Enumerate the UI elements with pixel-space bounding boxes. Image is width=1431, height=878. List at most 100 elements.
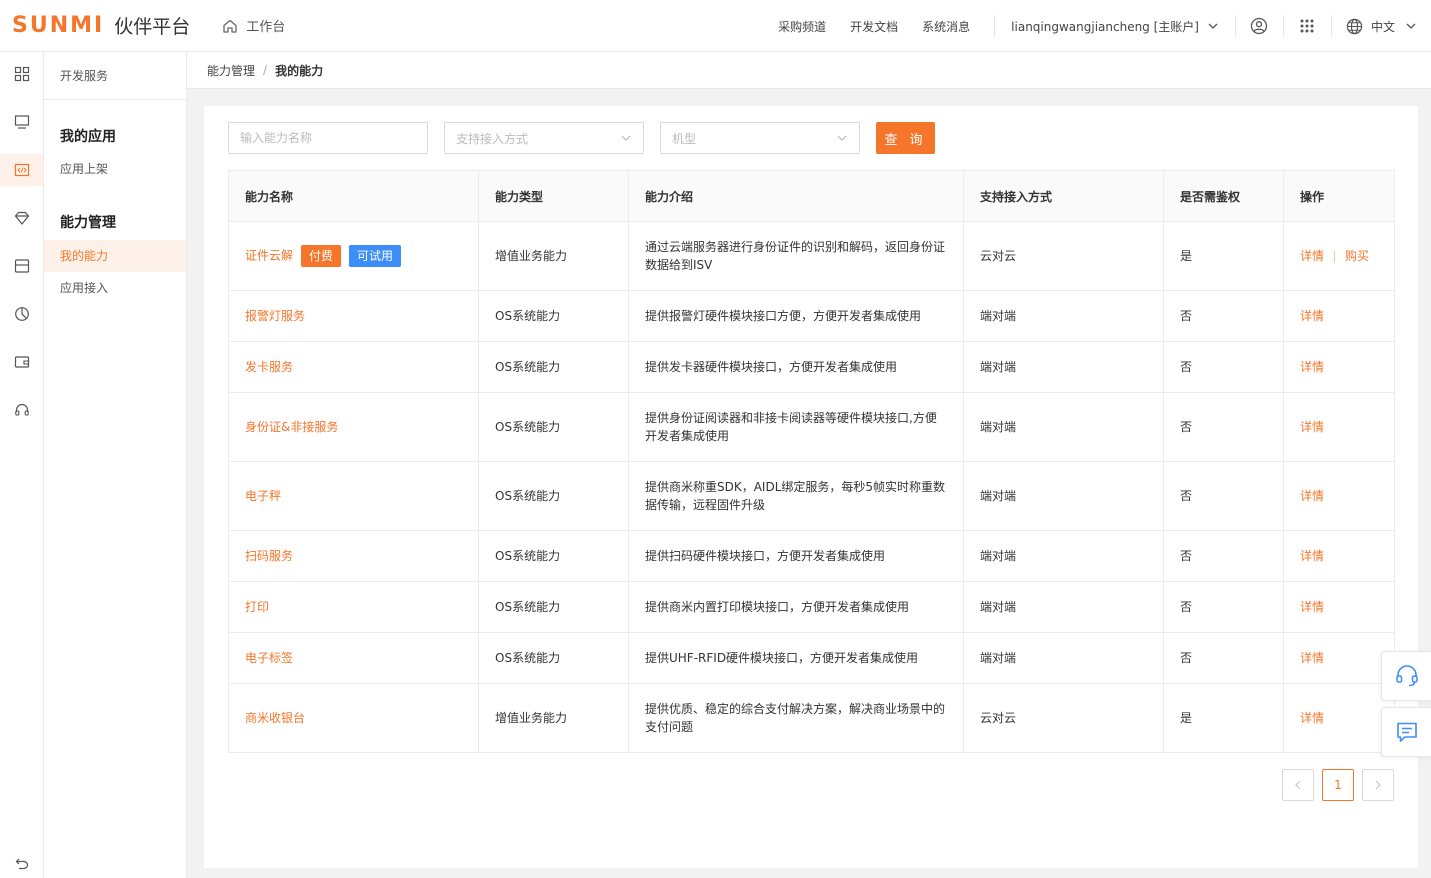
detail-link[interactable]: 详情 bbox=[1300, 711, 1324, 725]
capability-name-link[interactable]: 报警灯服务 bbox=[245, 309, 305, 323]
account-dropdown[interactable]: lianqingwangjiancheng [主账户] bbox=[995, 18, 1235, 35]
language-switcher[interactable]: 中文 bbox=[1332, 18, 1431, 35]
access-method: 端对端 bbox=[963, 341, 1164, 393]
breadcrumb: 能力管理 / 我的能力 bbox=[187, 52, 1431, 89]
workbench-label: 工作台 bbox=[246, 20, 286, 35]
chevron-down-icon bbox=[837, 135, 847, 141]
headset-icon bbox=[14, 403, 29, 416]
rail-analytics[interactable] bbox=[0, 298, 43, 330]
capability-name-link[interactable]: 扫码服务 bbox=[245, 549, 293, 563]
capability-name-link[interactable]: 电子标签 bbox=[245, 651, 293, 665]
sidebar-item-my-capabilities[interactable]: 我的能力 bbox=[44, 240, 186, 272]
auth-required: 否 bbox=[1163, 461, 1284, 531]
access-method: 端对端 bbox=[963, 392, 1164, 462]
workbench-link[interactable]: 工作台 bbox=[222, 16, 285, 35]
capability-desc: 提供发卡器硬件模块接口，方便开发者集成使用 bbox=[628, 341, 964, 393]
apps-button[interactable] bbox=[1284, 0, 1331, 52]
language-label: 中文 bbox=[1370, 19, 1395, 34]
table-row: 发卡服务 OS系统能力 提供发卡器硬件模块接口，方便开发者集成使用 端对端 否 … bbox=[228, 341, 1395, 393]
table-row: 商米收银台 增值业务能力 提供优质、稳定的综合支付解决方案，解决商业场景中的支付… bbox=[228, 683, 1395, 753]
page-1-button[interactable]: 1 bbox=[1322, 769, 1354, 801]
capability-type: 增值业务能力 bbox=[478, 683, 629, 753]
detail-link[interactable]: 详情 bbox=[1300, 600, 1324, 614]
nav-dev-docs[interactable]: 开发文档 bbox=[850, 18, 898, 35]
capability-name-input[interactable] bbox=[228, 122, 428, 154]
detail-link[interactable]: 详情 bbox=[1300, 651, 1324, 665]
secondary-sidebar: 开发服务 我的应用 应用上架 能力管理 我的能力 应用接入 bbox=[44, 52, 187, 878]
rail-support[interactable] bbox=[0, 394, 43, 426]
headset-icon bbox=[1395, 665, 1418, 687]
rail-dev-services[interactable] bbox=[0, 154, 43, 186]
auth-required: 是 bbox=[1163, 221, 1284, 291]
capability-type: OS系统能力 bbox=[478, 632, 629, 684]
table-row: 报警灯服务 OS系统能力 提供报警灯硬件模块接口方便，方便开发者集成使用 端对端… bbox=[228, 290, 1395, 342]
rail-devices[interactable] bbox=[0, 106, 43, 138]
capability-name-link[interactable]: 发卡服务 bbox=[245, 360, 293, 374]
chevron-down-icon bbox=[1208, 23, 1218, 29]
feedback-float-button[interactable] bbox=[1381, 707, 1431, 757]
access-method: 云对云 bbox=[963, 683, 1164, 753]
breadcrumb-capability-management[interactable]: 能力管理 bbox=[207, 62, 255, 79]
column-header: 能力介绍 bbox=[628, 170, 964, 222]
breadcrumb-current: 我的能力 bbox=[275, 63, 324, 78]
detail-link[interactable]: 详情 bbox=[1300, 420, 1324, 434]
detail-link[interactable]: 详情 bbox=[1300, 309, 1324, 323]
sidebar-item-app-access[interactable]: 应用接入 bbox=[44, 272, 186, 304]
next-page-button[interactable] bbox=[1362, 769, 1394, 801]
chevron-down-icon bbox=[621, 135, 631, 141]
home-icon bbox=[223, 19, 237, 33]
chevron-left-icon bbox=[1295, 780, 1301, 790]
table-row: 电子秤 OS系统能力 提供商米称重SDK，AIDL绑定服务，每秒5帧实时称重数据… bbox=[228, 461, 1395, 531]
rail-dashboard[interactable] bbox=[0, 58, 43, 90]
customer-service-float-button[interactable] bbox=[1381, 651, 1431, 701]
rail-collapse[interactable] bbox=[0, 848, 43, 878]
breadcrumb-separator: / bbox=[263, 63, 268, 77]
detail-link[interactable]: 详情 bbox=[1300, 549, 1324, 563]
pie-chart-icon bbox=[14, 307, 29, 321]
filter-bar: 支持接入方式 机型 查 询 bbox=[228, 122, 935, 154]
sidebar-item-app-listing[interactable]: 应用上架 bbox=[44, 153, 186, 185]
capability-name-link[interactable]: 身份证&非接服务 bbox=[245, 420, 338, 434]
capability-name-link[interactable]: 商米收银台 bbox=[245, 711, 305, 725]
rail-finance[interactable] bbox=[0, 346, 43, 378]
auth-required: 否 bbox=[1163, 581, 1284, 633]
capability-name-link[interactable]: 电子秤 bbox=[245, 489, 281, 503]
buy-link[interactable]: 购买 bbox=[1345, 249, 1369, 263]
capability-type: OS系统能力 bbox=[478, 392, 629, 462]
capability-type: OS系统能力 bbox=[478, 290, 629, 342]
access-method: 端对端 bbox=[963, 581, 1164, 633]
rail-store[interactable] bbox=[0, 250, 43, 282]
pagination: 1 bbox=[1274, 769, 1394, 801]
collapse-icon bbox=[15, 858, 28, 870]
access-method-placeholder: 支持接入方式 bbox=[456, 131, 529, 146]
table-row: 身份证&非接服务 OS系统能力 提供身份证阅读器和非接卡阅读器等硬件模块接口,方… bbox=[228, 392, 1395, 462]
trial-badge: 可试用 bbox=[349, 245, 402, 267]
table-row: 电子标签 OS系统能力 提供UHF-RFID硬件模块接口，方便开发者集成使用 端… bbox=[228, 632, 1395, 684]
monitor-icon bbox=[14, 115, 29, 129]
chevron-down-icon bbox=[1406, 23, 1416, 29]
nav-procurement[interactable]: 采购频道 bbox=[778, 18, 826, 35]
capability-desc: 提供商米称重SDK，AIDL绑定服务，每秒5帧实时称重数据传输，远程固件升级 bbox=[628, 461, 964, 531]
query-button[interactable]: 查 询 bbox=[876, 122, 935, 154]
detail-link[interactable]: 详情 bbox=[1300, 249, 1324, 263]
table-row: 证件云解 付费 可试用 增值业务能力 通过云端服务器进行身份证件的识别和解码，返回身… bbox=[228, 221, 1395, 291]
brand-logo[interactable]: SUNMI 伙伴平台 bbox=[12, 12, 190, 39]
detail-link[interactable]: 详情 bbox=[1300, 489, 1324, 503]
device-model-select[interactable]: 机型 bbox=[660, 122, 860, 154]
nav-system-messages[interactable]: 系统消息 bbox=[922, 18, 970, 35]
capability-type: OS系统能力 bbox=[478, 341, 629, 393]
platform-title: 伙伴平台 bbox=[114, 16, 191, 38]
prev-page-button[interactable] bbox=[1282, 769, 1314, 801]
top-bar: SUNMI 伙伴平台 工作台 采购频道 开发文档 系统消息 lianqingwa… bbox=[0, 0, 1431, 52]
user-center-button[interactable] bbox=[1236, 0, 1283, 52]
auth-required: 是 bbox=[1163, 683, 1284, 753]
table-row: 扫码服务 OS系统能力 提供扫码硬件模块接口，方便开发者集成使用 端对端 否 详… bbox=[228, 530, 1395, 582]
capability-name-link[interactable]: 打印 bbox=[245, 600, 269, 614]
chevron-right-icon bbox=[1375, 780, 1381, 790]
rail-premium[interactable] bbox=[0, 202, 43, 234]
sidebar-group-capability: 能力管理 bbox=[60, 215, 116, 231]
auth-required: 否 bbox=[1163, 632, 1284, 684]
detail-link[interactable]: 详情 bbox=[1300, 360, 1324, 374]
capability-name-link[interactable]: 证件云解 bbox=[245, 249, 293, 263]
access-method-select[interactable]: 支持接入方式 bbox=[444, 122, 644, 154]
